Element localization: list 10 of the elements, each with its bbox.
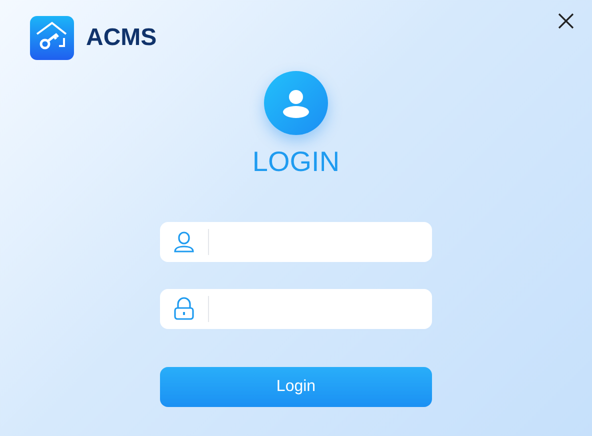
close-button[interactable] bbox=[556, 11, 576, 31]
app-name: ACMS bbox=[86, 23, 157, 53]
username-field[interactable] bbox=[160, 222, 432, 262]
user-icon bbox=[172, 230, 196, 254]
avatar-icon bbox=[264, 71, 328, 135]
logo-icon bbox=[30, 16, 74, 60]
login-button[interactable]: Login bbox=[160, 367, 432, 407]
login-title: LOGIN bbox=[252, 145, 340, 179]
lock-icon bbox=[173, 297, 196, 321]
password-field[interactable] bbox=[160, 289, 432, 329]
